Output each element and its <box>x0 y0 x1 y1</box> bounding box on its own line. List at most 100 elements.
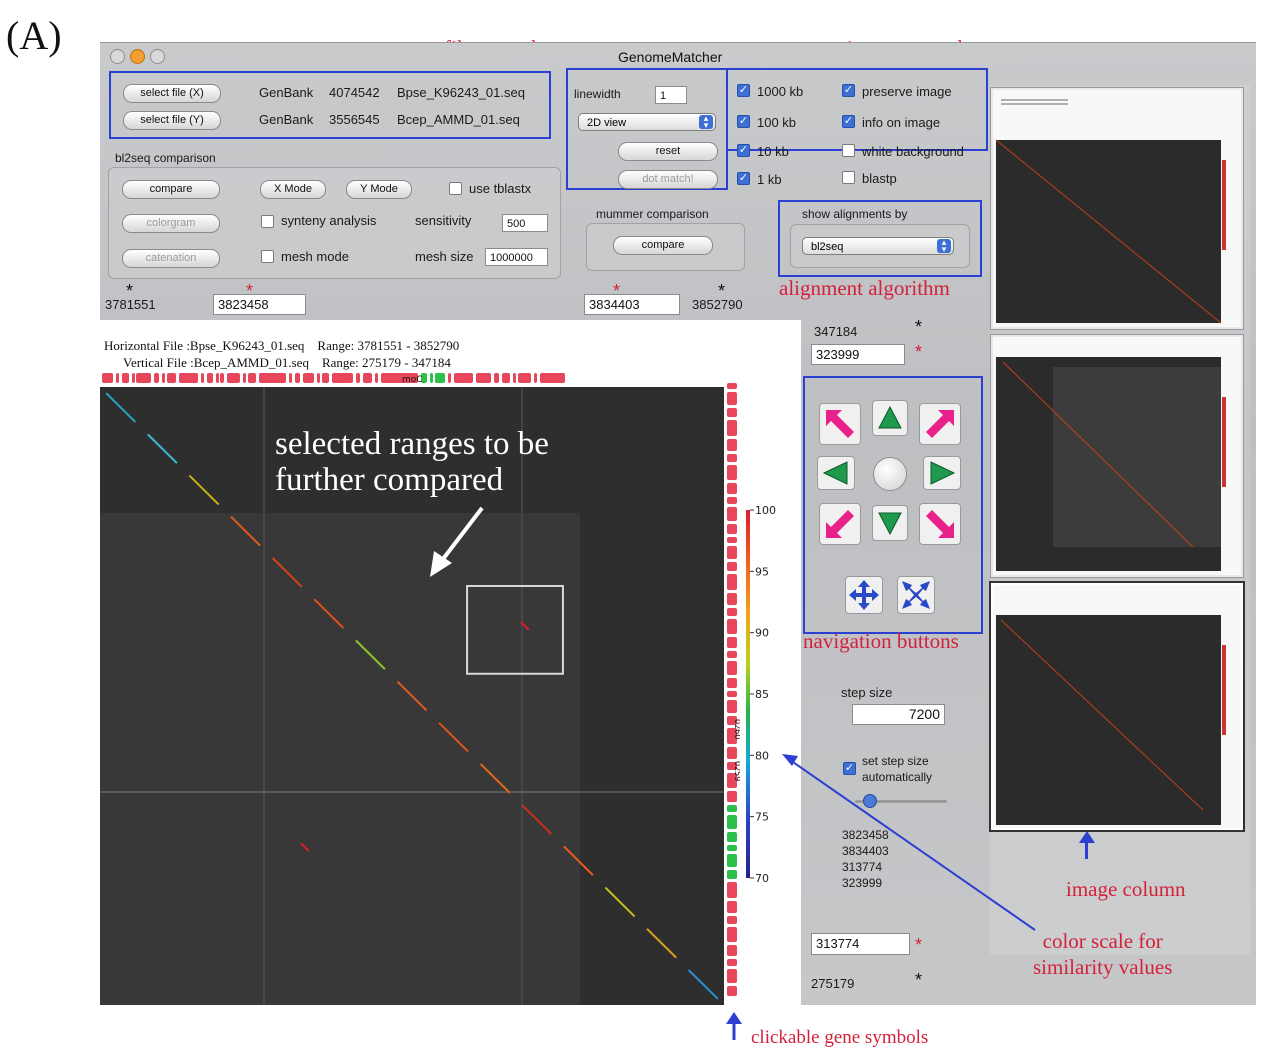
synteny-analysis-checkbox[interactable] <box>261 215 274 228</box>
nav-right-button[interactable] <box>923 456 961 490</box>
nav-down-button[interactable] <box>872 505 908 541</box>
use-tblastx-checkbox[interactable] <box>449 182 462 195</box>
mummer-compare-button[interactable]: compare <box>613 236 713 255</box>
gene-symbol[interactable] <box>162 373 165 383</box>
gene-symbol[interactable] <box>727 619 737 634</box>
gene-symbol[interactable] <box>363 373 372 383</box>
step-size-input[interactable]: 7200 <box>852 704 945 725</box>
gene-symbol[interactable] <box>727 651 737 658</box>
x-start-input[interactable]: 3823458 <box>213 294 306 315</box>
step-size-slider-thumb[interactable] <box>863 794 877 808</box>
select-file-y-button[interactable]: select file (Y) <box>123 111 221 130</box>
gene-symbol[interactable] <box>289 373 292 383</box>
gene-symbol[interactable] <box>243 373 246 383</box>
gene-symbol[interactable] <box>502 373 510 383</box>
gene-symbol[interactable] <box>727 870 737 879</box>
view-mode-select[interactable]: 2D view ▴ ▾ <box>578 113 716 131</box>
gene-symbol[interactable] <box>201 373 204 383</box>
gene-symbol[interactable] <box>259 373 286 383</box>
nav-up-right-button[interactable] <box>919 403 961 445</box>
colorgram-button[interactable]: colorgram <box>122 214 220 233</box>
gene-symbol[interactable] <box>116 373 119 383</box>
gene-symbol[interactable] <box>727 507 737 521</box>
side-gene-track[interactable]: 0260 0259 <box>724 381 740 1005</box>
y-mode-button[interactable]: Y Mode <box>346 180 412 199</box>
gene-symbol[interactable] <box>518 373 531 383</box>
gene-symbol[interactable] <box>727 945 737 956</box>
nav-left-button[interactable] <box>817 456 855 490</box>
y-top-input[interactable]: 323999 <box>811 344 905 365</box>
gene-symbol[interactable] <box>727 678 737 688</box>
gene-symbol[interactable] <box>727 454 737 462</box>
sensitivity-input[interactable]: 500 <box>502 214 548 232</box>
x-end-input[interactable]: 3834403 <box>584 294 680 315</box>
gene-symbol[interactable] <box>454 373 473 383</box>
gene-symbol[interactable] <box>435 373 445 383</box>
gene-symbol[interactable] <box>727 969 737 983</box>
gene-symbol[interactable] <box>727 574 737 590</box>
gene-symbol[interactable] <box>727 392 737 405</box>
zoom-in-button[interactable] <box>897 576 935 614</box>
mesh-size-input[interactable]: 1000000 <box>485 248 548 266</box>
white-background-checkbox[interactable] <box>842 144 855 157</box>
bl2seq-compare-button[interactable]: compare <box>122 180 220 199</box>
gene-symbol[interactable] <box>494 373 499 383</box>
gene-label-top[interactable]: moC <box>402 375 423 385</box>
dot-match-button[interactable]: dot match! <box>618 170 718 189</box>
gene-symbol[interactable] <box>220 373 224 383</box>
gene-symbol[interactable] <box>727 546 737 559</box>
gene-label-side2[interactable]: 0259 <box>733 761 740 781</box>
alignment-algorithm-select[interactable]: bl2seq ▴ ▾ <box>802 237 954 255</box>
gene-symbol[interactable] <box>727 383 737 389</box>
scale-100kb-checkbox[interactable]: ✓ <box>737 115 750 128</box>
nav-up-left-button[interactable] <box>819 403 861 445</box>
nav-center-button[interactable] <box>873 457 907 491</box>
gene-symbol[interactable] <box>534 373 537 383</box>
nav-down-left-button[interactable] <box>819 503 861 545</box>
gene-symbol[interactable] <box>727 791 737 802</box>
gene-symbol[interactable] <box>727 854 737 867</box>
scale-10kb-checkbox[interactable]: ✓ <box>737 144 750 157</box>
gene-symbol[interactable] <box>727 593 737 605</box>
zoom-window-icon[interactable] <box>150 49 165 64</box>
gene-symbol[interactable] <box>727 408 737 417</box>
scale-1000kb-checkbox[interactable]: ✓ <box>737 84 750 97</box>
reset-button[interactable]: reset <box>618 142 718 161</box>
gene-symbol[interactable] <box>216 373 219 383</box>
thumbnail-2[interactable] <box>991 335 1243 577</box>
gene-symbol[interactable] <box>248 373 256 383</box>
gene-symbol[interactable] <box>322 373 329 383</box>
gene-symbol[interactable] <box>154 373 159 383</box>
gene-symbol[interactable] <box>727 815 737 829</box>
gene-symbol[interactable] <box>727 927 737 942</box>
y-bottom-input[interactable]: 313774 <box>811 933 910 955</box>
gene-symbol[interactable] <box>727 537 737 543</box>
close-window-icon[interactable] <box>110 49 125 64</box>
scale-1kb-checkbox[interactable]: ✓ <box>737 172 750 185</box>
mesh-mode-checkbox[interactable] <box>261 250 274 263</box>
thumbnail-3-selected[interactable] <box>991 583 1243 830</box>
gene-symbol[interactable] <box>540 373 565 383</box>
gene-symbol[interactable] <box>727 882 737 898</box>
gene-symbol[interactable] <box>375 373 378 383</box>
gene-symbol[interactable] <box>167 373 176 383</box>
side-gene-symbols[interactable] <box>727 383 737 996</box>
gene-symbol[interactable] <box>727 465 737 480</box>
gene-symbol[interactable] <box>727 524 737 534</box>
gene-symbol[interactable] <box>430 373 433 383</box>
gene-symbol[interactable] <box>207 373 213 383</box>
gene-symbol[interactable] <box>727 661 737 675</box>
gene-symbol[interactable] <box>727 845 737 851</box>
gene-label-side1[interactable]: 0260 <box>733 719 740 739</box>
thumbnail-1[interactable] <box>991 88 1243 329</box>
gene-symbol[interactable] <box>513 373 516 383</box>
nav-up-button[interactable] <box>872 400 908 436</box>
catenation-button[interactable]: catenation <box>122 249 220 268</box>
gene-symbol[interactable] <box>727 691 737 697</box>
gene-symbol[interactable] <box>727 637 737 648</box>
info-on-image-checkbox[interactable]: ✓ <box>842 115 855 128</box>
gene-symbol[interactable] <box>356 373 360 383</box>
gene-symbol[interactable] <box>179 373 198 383</box>
minimize-window-icon[interactable] <box>130 49 145 64</box>
gene-symbol[interactable] <box>332 373 353 383</box>
